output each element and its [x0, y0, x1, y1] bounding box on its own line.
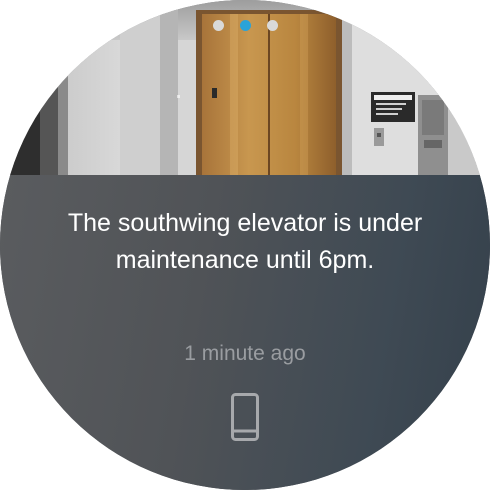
phone-icon[interactable] [231, 393, 259, 441]
page-indicator[interactable] [0, 20, 490, 31]
page-dot-active[interactable] [239, 20, 251, 31]
notification-timestamp: 1 minute ago [184, 342, 306, 365]
page-dot[interactable] [212, 20, 224, 31]
watch-face: The southwing elevator is under maintena… [0, 0, 490, 490]
page-dot[interactable] [266, 20, 278, 31]
hero-image [0, 0, 490, 175]
notification-message: The southwing elevator is under maintena… [67, 209, 423, 274]
